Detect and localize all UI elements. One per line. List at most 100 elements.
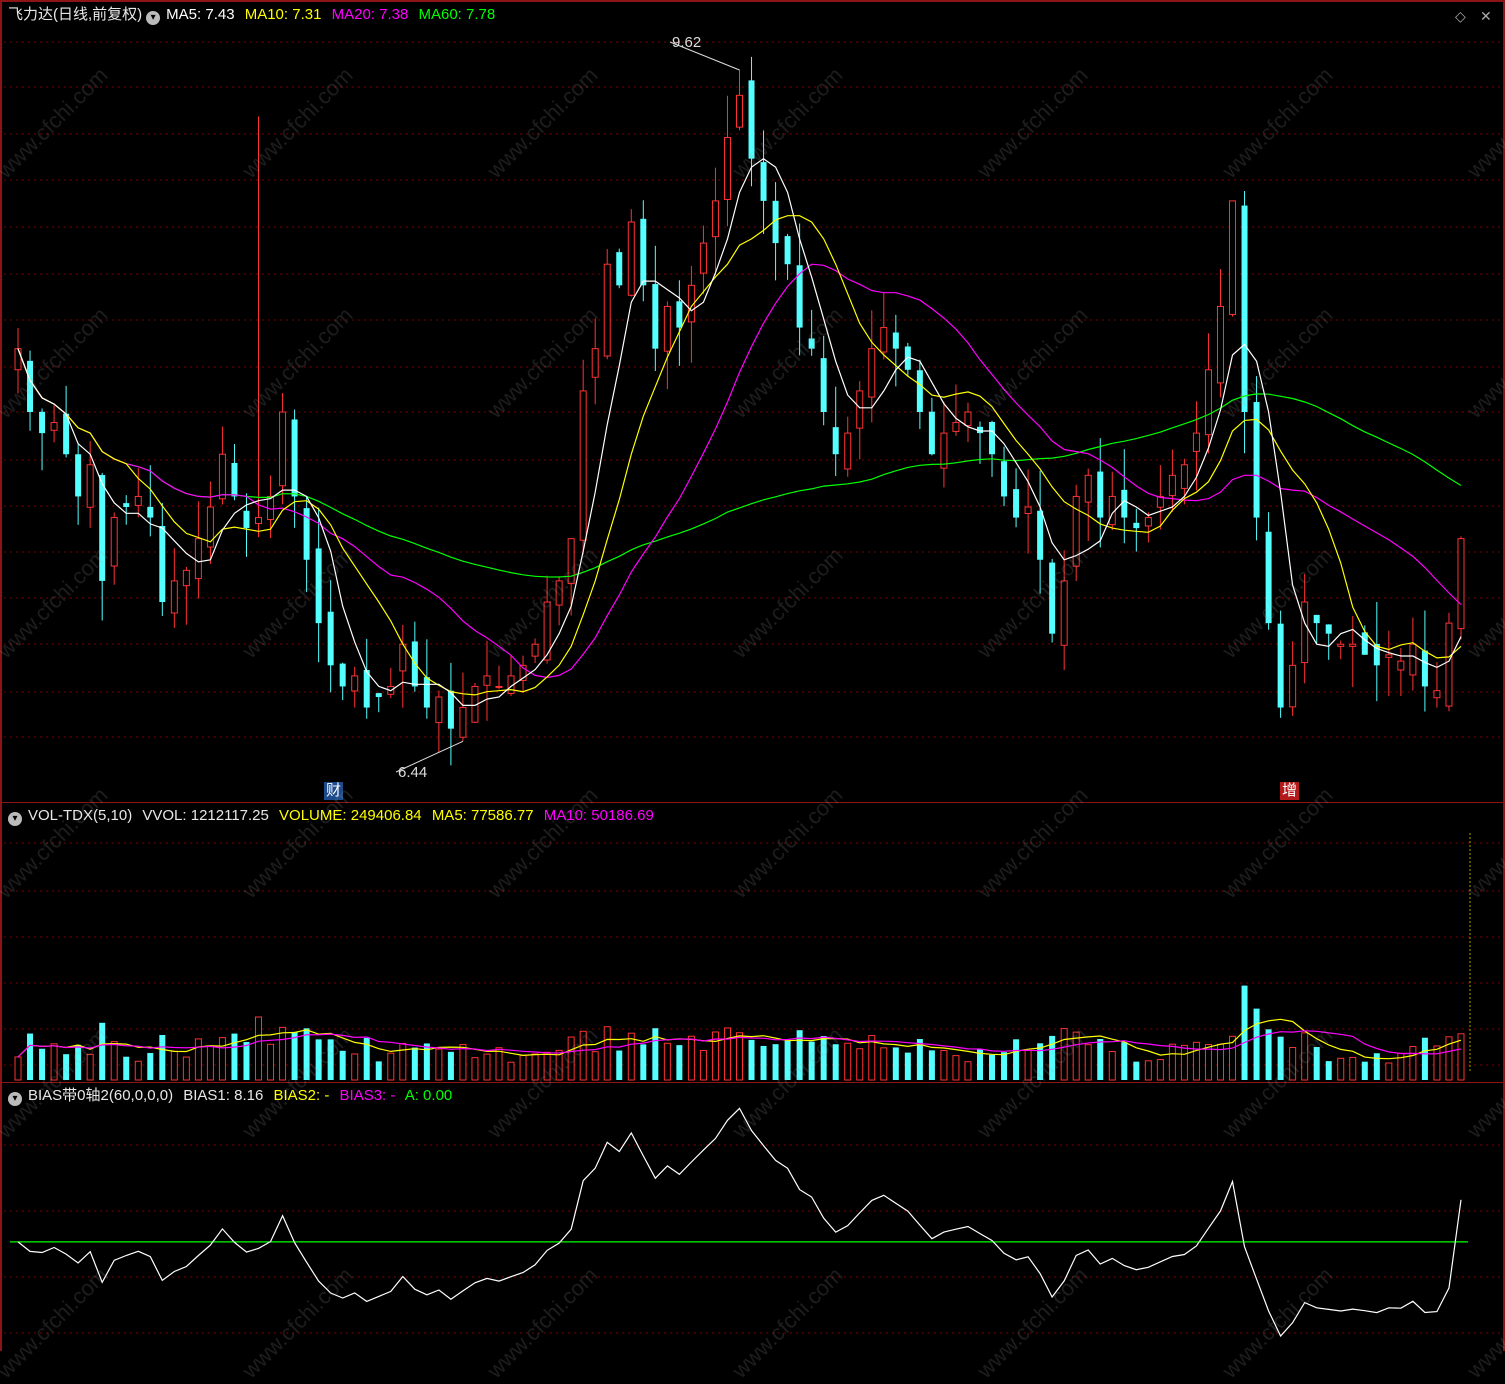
candle-body (844, 432, 852, 470)
candle-body (170, 580, 178, 614)
volume-bar (1313, 1047, 1320, 1080)
candle-body (1013, 489, 1020, 518)
volume-bar (218, 1037, 226, 1081)
high-price-label: 9.62 (672, 34, 702, 51)
bias-chart-panel[interactable]: ▾ BIAS带0轴2(60,0,0,0) BIAS1: 8.16 BIAS2: -… (0, 1083, 1505, 1351)
candle-body (194, 538, 202, 580)
candle-body (760, 162, 767, 201)
candle-body (989, 421, 996, 455)
vvol-value: VVOL: 1212117.25 (142, 807, 269, 824)
vol-title[interactable]: VOL-TDX(5,10) (28, 807, 132, 824)
volume-bar (159, 1035, 166, 1080)
volume-chart-panel[interactable]: ▾ VOL-TDX(5,10) VVOL: 1212117.25 VOLUME: … (0, 803, 1505, 1083)
volume-bar (784, 1040, 791, 1080)
candle-body (1325, 624, 1332, 634)
candle-body (603, 263, 611, 357)
candle-body (1397, 660, 1405, 671)
candle-body (676, 301, 683, 328)
candle-body (1024, 506, 1032, 515)
volume-bar (399, 1042, 407, 1081)
candle-body (291, 419, 298, 497)
candle-body (483, 675, 491, 686)
candle-body (1144, 517, 1152, 527)
candle-body (339, 663, 346, 687)
volume-bar (904, 1052, 911, 1080)
volume-bar (39, 1048, 46, 1080)
bias-menu-chevron-icon[interactable]: ▾ (8, 1092, 22, 1106)
candle-body (1133, 522, 1140, 529)
candle-body (856, 390, 864, 429)
volume-bar (832, 1044, 839, 1080)
candle-body (1037, 510, 1044, 560)
candle-body (435, 696, 443, 724)
volume-bar (411, 1047, 418, 1080)
volume-bar (182, 1056, 190, 1081)
volume-bar (627, 1032, 635, 1081)
volume-bar (808, 1041, 815, 1080)
stock-title[interactable]: 飞力达(日线,前复权) (8, 6, 142, 23)
candle-body (964, 411, 972, 427)
volume-bar (543, 1051, 551, 1081)
candle-body (796, 265, 803, 328)
candle-body (27, 360, 34, 412)
candle-body (1216, 305, 1224, 384)
volume-bar (519, 1054, 527, 1081)
volume-bar (255, 1016, 263, 1081)
candle-body (928, 411, 935, 455)
volume-bar (351, 1053, 359, 1081)
volume-bar (964, 1061, 972, 1081)
candle-body (279, 411, 287, 487)
candle-body (375, 693, 382, 697)
volume-bar (1421, 1037, 1428, 1080)
candle-body (711, 200, 719, 238)
ma10-value: MA10: 7.31 (244, 6, 322, 23)
volume-bar (1192, 1041, 1200, 1081)
volume-bar (772, 1044, 779, 1080)
candle-body (351, 675, 359, 692)
bias-chart-header: ▾ BIAS带0轴2(60,0,0,0) BIAS1: 8.16 BIAS2: -… (8, 1087, 458, 1106)
candle-body (1001, 461, 1008, 497)
volume-bar (1144, 1060, 1152, 1081)
bias-title[interactable]: BIAS带0轴2(60,0,0,0) (28, 1087, 173, 1104)
volume-bar (483, 1053, 491, 1081)
volume-chart-header: ▾ VOL-TDX(5,10) VVOL: 1212117.25 VOLUME: … (8, 807, 660, 826)
chart-menu-chevron-icon[interactable]: ▾ (146, 11, 161, 25)
volume-bar (1361, 1061, 1368, 1080)
volume-bar (1133, 1061, 1140, 1080)
volume-chart (4, 833, 1501, 1081)
volume-bar (989, 1054, 996, 1080)
volume-bar (640, 1044, 647, 1080)
share-increase-marker[interactable]: 增 (1280, 782, 1300, 800)
volume-bar (940, 1049, 948, 1081)
candle-body (531, 643, 539, 657)
volume-bar (1349, 1056, 1357, 1081)
candle-body (1289, 664, 1297, 708)
candle-body (1385, 654, 1393, 658)
volume-bar (495, 1047, 503, 1081)
volume-bar (1072, 1031, 1080, 1081)
volume-bar (1409, 1046, 1417, 1081)
bias3-value: BIAS3: - (339, 1087, 396, 1104)
candle-body (940, 432, 948, 469)
candle-body (1445, 622, 1453, 707)
candle-body (243, 510, 250, 529)
candle-body (699, 242, 707, 274)
volume-bar (231, 1033, 238, 1080)
candle-body (1421, 650, 1428, 687)
volume-menu-chevron-icon[interactable]: ▾ (8, 812, 22, 826)
candle-body (182, 569, 190, 587)
financial-report-marker[interactable]: 财 (324, 782, 344, 800)
volume-bar (616, 1050, 623, 1080)
volume-bar (279, 1026, 287, 1081)
volume-bar (27, 1033, 34, 1080)
volume-bar (952, 1055, 960, 1081)
volume-bar (1277, 1036, 1284, 1080)
volume-bar (375, 1061, 382, 1080)
volume-bar (447, 1051, 454, 1080)
candle-body (652, 284, 659, 349)
candle-body (616, 252, 623, 286)
volume-bar (339, 1050, 346, 1080)
volume-bar (928, 1050, 935, 1080)
price-chart-panel[interactable]: 飞力达(日线,前复权) ▾ MA5: 7.43 MA10: 7.31 MA20: 7… (0, 0, 1505, 803)
volume-bar (892, 1047, 899, 1080)
